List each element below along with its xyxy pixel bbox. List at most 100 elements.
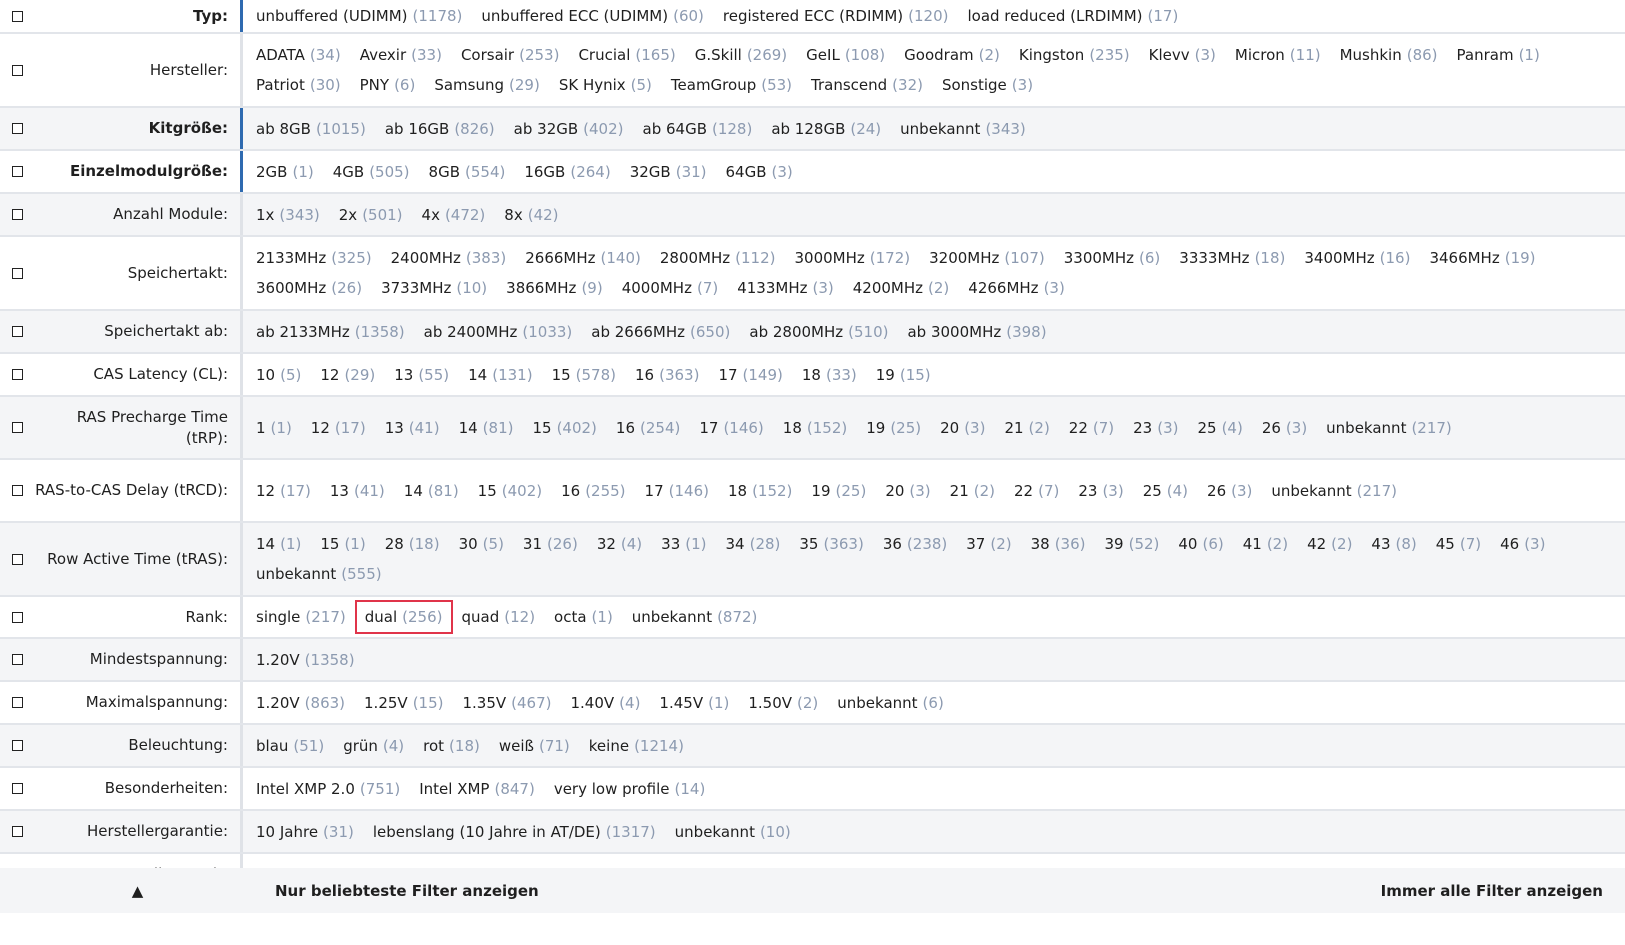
filter-option[interactable]: 41 (2) (1243, 529, 1288, 559)
filter-option[interactable]: 15 (402) (478, 476, 542, 506)
show-all-filters-link[interactable]: Immer alle Filter anzeigen (1381, 882, 1625, 900)
filter-option[interactable]: 1.35V (467) (462, 688, 551, 718)
filter-option[interactable]: 2800MHz (112) (660, 243, 776, 273)
filter-option[interactable]: Micron (11) (1235, 40, 1321, 70)
filter-option[interactable]: unbekannt (10) (675, 817, 791, 847)
filter-option[interactable]: 14 (131) (468, 360, 532, 390)
filter-option[interactable]: 22 (7) (1014, 476, 1059, 506)
filter-option[interactable]: 45 (7) (1436, 529, 1481, 559)
filter-option[interactable]: dual (256) (354, 600, 453, 634)
filter-option[interactable]: 2400MHz (383) (391, 243, 507, 273)
filter-option[interactable]: quad (12) (462, 602, 536, 632)
filter-option[interactable]: 21 (2) (1004, 413, 1049, 443)
filter-checkbox-herstellergarantie[interactable] (11, 826, 23, 837)
filter-option[interactable]: rot (18) (423, 731, 480, 761)
filter-option[interactable]: ab 2400MHz (1033) (424, 317, 573, 347)
filter-option[interactable]: Corsair (253) (461, 40, 560, 70)
filter-option[interactable]: 46 (3) (1500, 529, 1545, 559)
filter-option[interactable]: registered ECC (RDIMM) (120) (723, 1, 949, 31)
filter-checkbox-besonderheiten[interactable] (11, 783, 23, 794)
filter-option[interactable]: 25 (4) (1143, 476, 1188, 506)
filter-option[interactable]: PNY (6) (360, 70, 416, 100)
filter-option[interactable]: 18 (33) (802, 360, 857, 390)
filter-option[interactable]: 1.45V (1) (659, 688, 729, 718)
filter-option[interactable]: 3866MHz (9) (506, 273, 603, 303)
filter-option[interactable]: 64GB (3) (726, 157, 793, 187)
filter-option[interactable]: 1 (1) (256, 413, 292, 443)
filter-option[interactable]: unbekannt (217) (1271, 476, 1397, 506)
filter-option[interactable]: 1.50V (2) (748, 688, 818, 718)
filter-checkbox-row-active-time[interactable] (11, 553, 23, 565)
filter-option[interactable]: 39 (52) (1105, 529, 1160, 559)
filter-option[interactable]: 4266MHz (3) (968, 273, 1065, 303)
filter-option[interactable]: load reduced (LRDIMM) (17) (967, 1, 1178, 31)
filter-option[interactable]: 19 (15) (876, 360, 931, 390)
filter-option[interactable]: single (217) (256, 602, 346, 632)
filter-option[interactable]: Klevv (3) (1149, 40, 1216, 70)
filter-option[interactable]: 13 (55) (394, 360, 449, 390)
filter-checkbox-rank[interactable] (11, 611, 23, 623)
filter-option[interactable]: 14 (81) (404, 476, 459, 506)
filter-option[interactable]: 17 (146) (699, 413, 763, 443)
filter-option[interactable]: 2GB (1) (256, 157, 314, 187)
filter-option[interactable]: 4x (472) (422, 200, 486, 230)
filter-option[interactable]: 34 (28) (726, 529, 781, 559)
filter-option[interactable]: 17 (149) (718, 360, 782, 390)
filter-option[interactable]: 13 (41) (330, 476, 385, 506)
filter-option[interactable]: 40 (6) (1178, 529, 1223, 559)
filter-option[interactable]: 19 (25) (866, 413, 921, 443)
filter-option[interactable]: unbekannt (6) (837, 688, 944, 718)
filter-option[interactable]: Crucial (165) (578, 40, 675, 70)
filter-checkbox-einzelmodulgroesse[interactable] (11, 166, 23, 177)
filter-checkbox-kitgroesse[interactable] (11, 123, 23, 134)
filter-option[interactable]: 1.40V (4) (571, 688, 641, 718)
filter-option[interactable]: Avexir (33) (360, 40, 442, 70)
filter-option[interactable]: 2x (501) (339, 200, 403, 230)
filter-option[interactable]: 33 (1) (661, 529, 706, 559)
filter-option[interactable]: ADATA (34) (256, 40, 341, 70)
filter-option[interactable]: Sonstige (3) (942, 70, 1033, 100)
filter-option[interactable]: 23 (3) (1133, 413, 1178, 443)
filter-option[interactable]: 18 (152) (783, 413, 847, 443)
filter-checkbox-speichertakt-ab[interactable] (11, 326, 23, 337)
filter-checkbox-typ[interactable] (11, 10, 23, 22)
filter-option[interactable]: 2666MHz (140) (525, 243, 641, 273)
filter-checkbox-beleuchtung[interactable] (11, 740, 23, 751)
filter-option[interactable]: 1.20V (863) (256, 688, 345, 718)
filter-option[interactable]: 3000MHz (172) (795, 243, 911, 273)
filter-checkbox-maximalspannung[interactable] (11, 697, 23, 708)
filter-option[interactable]: 31 (26) (523, 529, 578, 559)
filter-option[interactable]: 19 (25) (811, 476, 866, 506)
filter-checkbox-hersteller[interactable] (11, 64, 23, 76)
filter-checkbox-cas-latency[interactable] (11, 369, 23, 380)
filter-option[interactable]: 26 (3) (1262, 413, 1307, 443)
filter-option[interactable]: 17 (146) (645, 476, 709, 506)
filter-option[interactable]: 14 (81) (459, 413, 514, 443)
filter-option[interactable]: 3466MHz (19) (1429, 243, 1535, 273)
filter-option[interactable]: 36 (238) (883, 529, 947, 559)
filter-option[interactable]: unbekannt (872) (632, 602, 758, 632)
filter-option[interactable]: lebenslang (10 Jahre in AT/DE) (1317) (373, 817, 656, 847)
filter-option[interactable]: 3333MHz (18) (1179, 243, 1285, 273)
filter-checkbox-mindestspannung[interactable] (11, 654, 23, 665)
filter-option[interactable]: 8x (42) (504, 200, 558, 230)
show-popular-filters-link[interactable]: Nur beliebteste Filter anzeigen (275, 882, 1381, 900)
filter-option[interactable]: 32 (4) (597, 529, 642, 559)
filter-option[interactable]: 1.20V (1358) (256, 645, 355, 675)
filter-option[interactable]: 16 (254) (616, 413, 680, 443)
filter-option[interactable]: 32GB (31) (630, 157, 707, 187)
filter-option[interactable]: 12 (17) (256, 476, 311, 506)
filter-option[interactable]: 3733MHz (10) (381, 273, 487, 303)
filter-option[interactable]: SK Hynix (5) (559, 70, 652, 100)
filter-option[interactable]: ab 16GB (826) (385, 114, 495, 144)
filter-option[interactable]: weiß (71) (499, 731, 570, 761)
filter-checkbox-speichertakt[interactable] (11, 267, 23, 279)
filter-option[interactable]: 3400MHz (16) (1304, 243, 1410, 273)
filter-option[interactable]: 22 (7) (1069, 413, 1114, 443)
filter-option[interactable]: Panram (1) (1457, 40, 1540, 70)
filter-option[interactable]: 15 (1) (320, 529, 365, 559)
filter-option[interactable]: very low profile (14) (554, 774, 705, 804)
filter-checkbox-ras-precharge[interactable] (11, 422, 23, 433)
filter-option[interactable]: 30 (5) (459, 529, 504, 559)
filter-option[interactable]: 15 (578) (552, 360, 616, 390)
